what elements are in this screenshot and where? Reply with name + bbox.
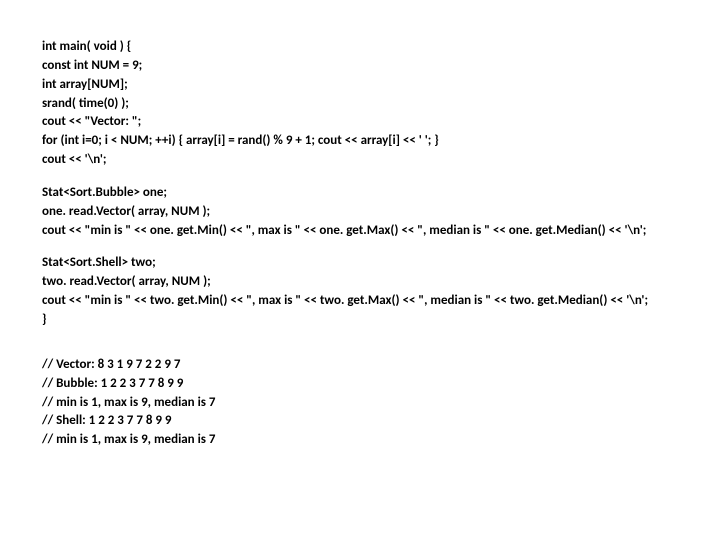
code-line: one. read.Vector( array, NUM ); xyxy=(42,203,720,222)
output-line: // Vector: 8 3 1 9 7 2 2 9 7 xyxy=(42,356,720,375)
output-line: // min is 1, max is 9, median is 7 xyxy=(42,431,720,450)
output-line: // Shell: 1 2 2 3 7 7 8 9 9 xyxy=(42,412,720,431)
code-line: for (int i=0; i < NUM; ++i) { array[i] =… xyxy=(42,132,720,151)
code-line: int main( void ) { xyxy=(42,38,720,57)
code-line: cout << "Vector: "; xyxy=(42,113,720,132)
code-page: int main( void ) { const int NUM = 9; in… xyxy=(0,0,720,450)
code-line: int array[NUM]; xyxy=(42,76,720,95)
code-line: srand( time(0) ); xyxy=(42,95,720,114)
code-line: const int NUM = 9; xyxy=(42,57,720,76)
code-line: cout << '\n'; xyxy=(42,151,720,170)
code-line: } xyxy=(42,311,720,330)
code-line: Stat<Sort.Shell> two; xyxy=(42,254,720,273)
code-line: two. read.Vector( array, NUM ); xyxy=(42,273,720,292)
code-line: cout << "min is " << two. get.Min() << "… xyxy=(42,292,720,311)
output-line: // Bubble: 1 2 2 3 7 7 8 9 9 xyxy=(42,375,720,394)
code-line: Stat<Sort.Bubble> one; xyxy=(42,184,720,203)
output-line: // min is 1, max is 9, median is 7 xyxy=(42,394,720,413)
code-line: cout << "min is " << one. get.Min() << "… xyxy=(42,222,720,241)
